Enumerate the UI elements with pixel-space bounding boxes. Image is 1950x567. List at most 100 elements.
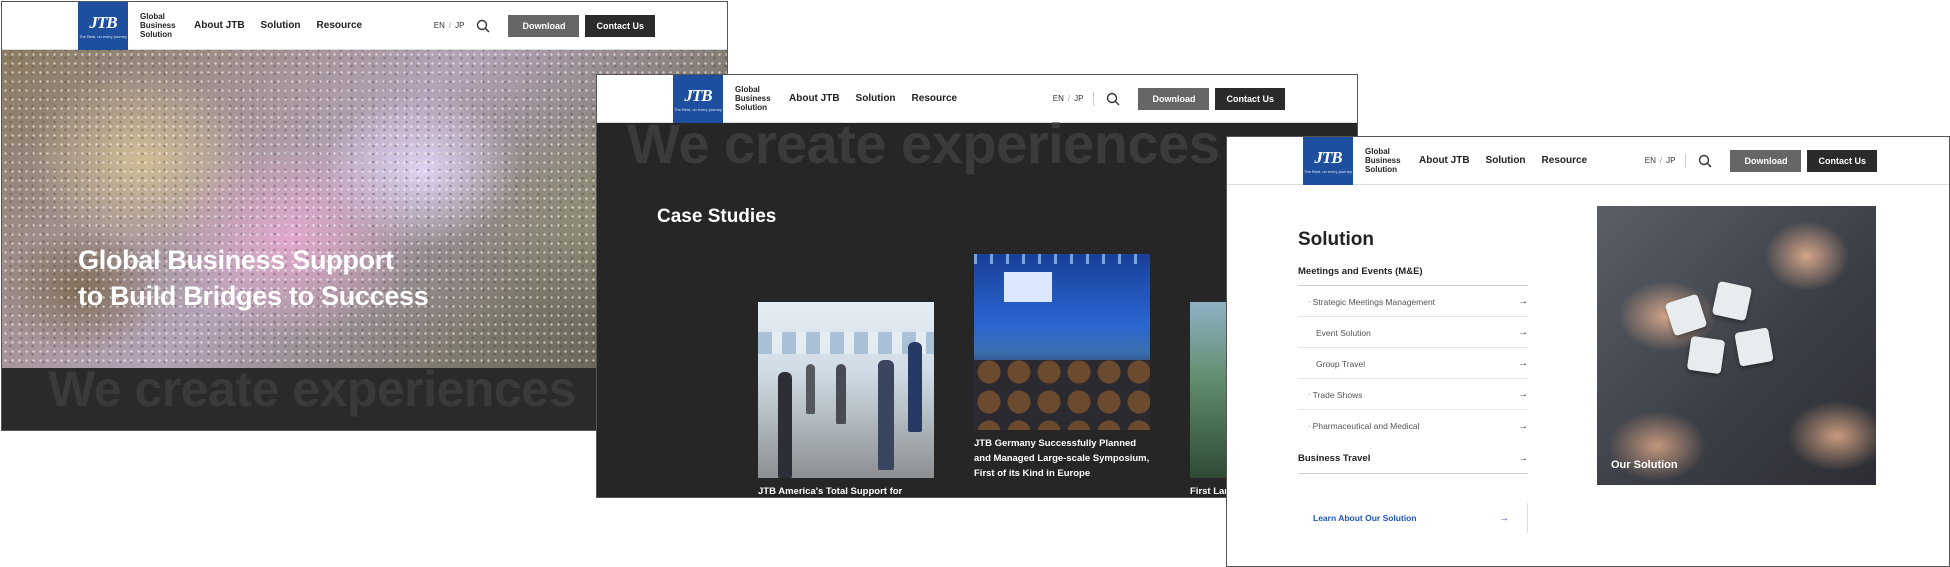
search-icon[interactable] — [1106, 92, 1120, 106]
brand-line: Business — [140, 21, 176, 30]
arrow-right-icon: → — [1518, 296, 1528, 307]
nav-solution[interactable]: Solution — [261, 20, 301, 31]
solution-title: Solution — [1298, 229, 1374, 250]
brand-name: Global Business Solution — [735, 85, 777, 112]
nav-about[interactable]: About JTB — [789, 93, 840, 104]
puzzle-piece — [1686, 335, 1726, 375]
main-nav: About JTB Solution Resource — [789, 93, 957, 104]
solution-item-trade-shows[interactable]: - Trade Shows → — [1298, 380, 1528, 410]
logo-mark: JTB — [684, 85, 712, 105]
case-study-image — [758, 302, 934, 478]
category-meetings-events[interactable]: Meetings and Events (M&E) — [1298, 266, 1423, 277]
brand-line: Business — [735, 94, 771, 103]
brand-line: Solution — [140, 30, 172, 39]
logo-mark: JTB — [89, 12, 117, 32]
arrow-right-icon: → — [1518, 358, 1528, 369]
download-button[interactable]: Download — [1138, 87, 1210, 110]
jtb-logo[interactable]: JTB The Best, on every journey — [78, 2, 128, 50]
brand-line: Global — [140, 12, 165, 21]
site-header: JTB The Best, on every journey Global Bu… — [1227, 137, 1949, 185]
language-switch: EN / JP — [434, 21, 465, 30]
lang-en[interactable]: EN — [1053, 94, 1064, 103]
hero-title-line: to Build Bridges to Success — [78, 281, 429, 311]
language-switch: EN / JP — [1645, 156, 1676, 165]
case-study-caption: JTB Germany Successfully Planned and Man… — [974, 438, 1150, 479]
ghost-tagline: We create experiences — [627, 112, 1220, 175]
contact-button[interactable]: Contact Us — [1215, 87, 1285, 110]
solution-item-strategic-meetings[interactable]: - Strategic Meetings Management → — [1298, 287, 1528, 317]
logo-mark: JTB — [1314, 147, 1342, 167]
lang-en[interactable]: EN — [1645, 156, 1656, 165]
learn-link-label: Learn About Our Solution — [1313, 513, 1417, 523]
solution-item-event-solution[interactable]: Event Solution → — [1298, 318, 1528, 348]
site-header: JTB The Best, on every journey Global Bu… — [2, 2, 727, 50]
lang-jp[interactable]: JP — [1666, 156, 1675, 165]
screenshot-stage: JTB The Best, on every journey Global Bu… — [0, 0, 1950, 567]
search-icon[interactable] — [476, 19, 490, 33]
download-button[interactable]: Download — [508, 14, 580, 37]
puzzle-piece — [1734, 327, 1774, 367]
nav-about[interactable]: About JTB — [1419, 155, 1470, 166]
search-icon[interactable] — [1698, 154, 1712, 168]
brand-name: Global Business Solution — [1365, 147, 1407, 174]
case-study-card[interactable]: JTB Germany Successfully Planned and Man… — [974, 254, 1150, 481]
header-divider — [1093, 91, 1095, 106]
main-nav: About JTB Solution Resource — [194, 20, 362, 31]
download-button[interactable]: Download — [1730, 149, 1802, 172]
brand-line: Solution — [1365, 165, 1397, 174]
jtb-logo[interactable]: JTB The Best, on every journey — [1303, 137, 1353, 185]
contact-button[interactable]: Contact Us — [1807, 149, 1877, 172]
section-title: Case Studies — [657, 206, 777, 227]
case-study-card[interactable]: JTB America's Total Support for Bushiroa… — [758, 302, 934, 497]
language-switch: EN / JP — [1053, 94, 1084, 103]
nav-resource[interactable]: Resource — [317, 20, 363, 31]
arrow-right-icon: → — [1518, 453, 1529, 464]
logo-tagline: The Best, on every journey — [1304, 168, 1352, 174]
our-solution-card[interactable]: Our Solution — [1597, 206, 1876, 485]
solution-item-pharmaceutical[interactable]: - Pharmaceutical and Medical → — [1298, 411, 1528, 441]
nav-solution[interactable]: Solution — [1486, 155, 1526, 166]
lang-separator: / — [1067, 94, 1071, 103]
category-business-travel[interactable]: Business Travel → — [1298, 453, 1528, 464]
lang-en[interactable]: EN — [434, 21, 445, 30]
solution-item-label: Event Solution — [1316, 327, 1371, 338]
our-solution-label: Our Solution — [1611, 459, 1678, 471]
nav-about[interactable]: About JTB — [194, 20, 245, 31]
arrow-right-icon: → — [1518, 389, 1528, 400]
category-divider — [1298, 473, 1528, 474]
solution-item-label: Group Travel — [1316, 358, 1366, 369]
brand-line: Business — [1365, 156, 1401, 165]
bullet-icon: - — [1308, 421, 1311, 431]
logo-tagline: The Best, on every journey — [79, 33, 127, 39]
brand-line: Global — [735, 85, 760, 94]
category-divider — [1298, 285, 1528, 286]
header-divider — [1685, 153, 1687, 168]
solution-item-label: Strategic Meetings Management — [1312, 296, 1436, 307]
arrow-right-icon: → — [1518, 420, 1528, 432]
solution-menu-window: JTB The Best, on every journey Global Bu… — [1226, 136, 1950, 567]
lang-separator: / — [448, 21, 452, 30]
case-study-image — [974, 254, 1150, 430]
business-travel-label: Business Travel — [1298, 453, 1371, 464]
ghost-tagline: We create experiences — [48, 368, 576, 417]
case-study-caption: JTB America's Total Support for Bushiroa… — [758, 486, 903, 497]
lang-jp[interactable]: JP — [455, 21, 464, 30]
hero-title: Global Business Support to Build Bridges… — [78, 242, 429, 314]
brand-line: Global — [1365, 147, 1390, 156]
learn-about-solution-link[interactable]: Learn About Our Solution → — [1298, 503, 1528, 533]
nav-resource[interactable]: Resource — [912, 93, 958, 104]
nav-resource[interactable]: Resource — [1542, 155, 1588, 166]
puzzle-piece — [1711, 280, 1753, 322]
lang-separator: / — [1659, 156, 1663, 165]
arrow-right-icon: → — [1499, 512, 1509, 524]
solution-item-group-travel[interactable]: Group Travel → — [1298, 349, 1528, 379]
puzzle-piece — [1664, 293, 1708, 337]
bullet-icon: - — [1308, 390, 1311, 399]
lang-jp[interactable]: JP — [1074, 94, 1083, 103]
solution-item-label: Pharmaceutical and Medical — [1312, 421, 1420, 431]
contact-button[interactable]: Contact Us — [585, 14, 655, 37]
bullet-icon: - — [1308, 297, 1311, 306]
hero-title-line: Global Business Support — [78, 245, 394, 275]
main-nav: About JTB Solution Resource — [1419, 155, 1587, 166]
nav-solution[interactable]: Solution — [856, 93, 896, 104]
